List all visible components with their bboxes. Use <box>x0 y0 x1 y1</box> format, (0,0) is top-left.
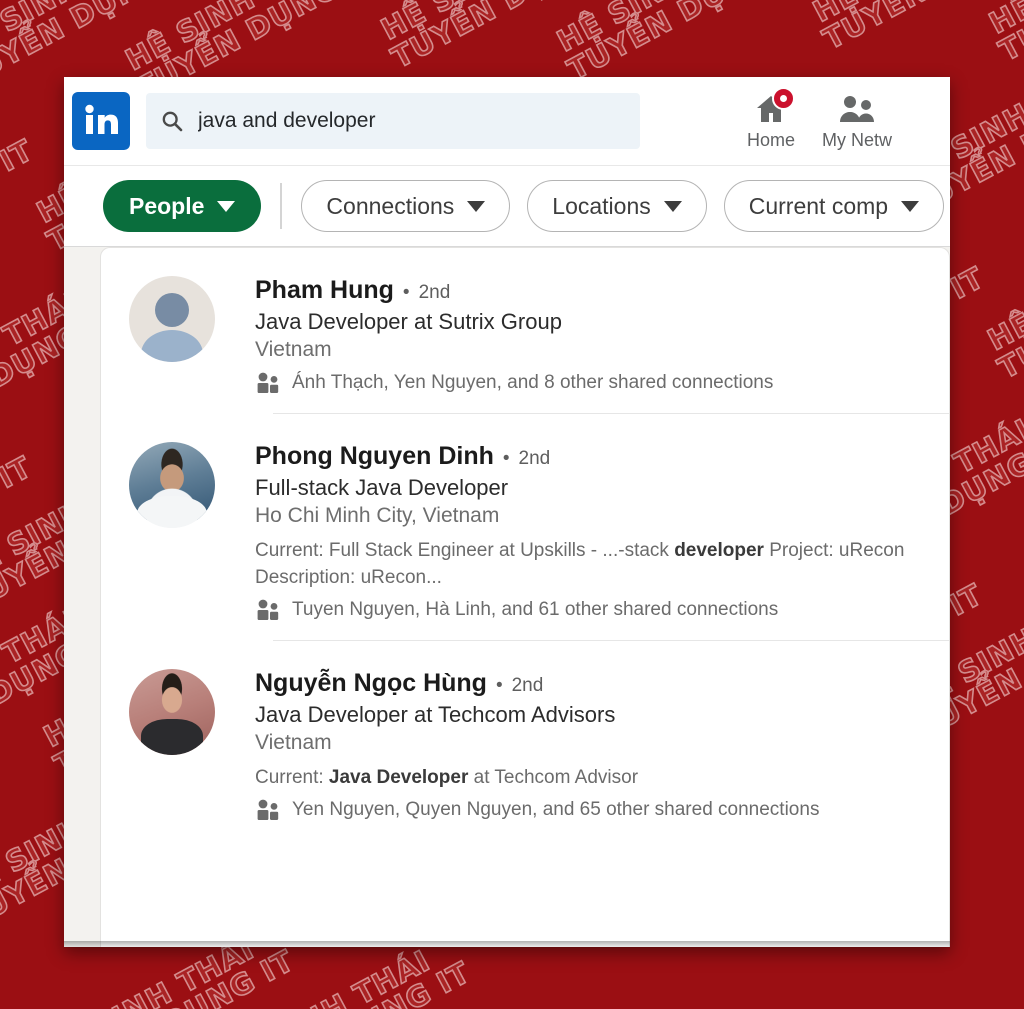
search-result-item[interactable]: Pham Hung • 2nd Java Developer at Sutrix… <box>101 248 949 414</box>
linkedin-top-nav: Home My Netw <box>64 77 950 165</box>
result-location: Vietnam <box>255 338 332 361</box>
filter-pill-connections-label: Connections <box>326 192 455 219</box>
filter-divider <box>280 183 283 229</box>
nav-item-home[interactable]: Home <box>728 77 814 165</box>
result-name-row: Phong Nguyen Dinh • 2nd <box>255 442 925 471</box>
search-result-item[interactable]: Nguyễn Ngọc Hùng • 2nd Java Developer at… <box>101 641 949 841</box>
nav-item-my-network-label: My Netw <box>821 129 892 150</box>
chevron-down-icon <box>217 200 236 212</box>
search-results-area: Pham Hung • 2nd Java Developer at Sutrix… <box>64 247 950 947</box>
result-headline: Java Developer at Techcom Advisors <box>255 701 616 727</box>
home-icon <box>755 86 795 126</box>
home-notification-badge <box>772 86 795 110</box>
result-shared-text: Ánh Thạch, Yen Nguyen, and 8 other share… <box>292 372 774 393</box>
search-results-card: Pham Hung • 2nd Java Developer at Sutrix… <box>100 247 950 947</box>
result-name[interactable]: Nguyễn Ngọc Hùng <box>255 669 487 698</box>
result-name-row: Nguyễn Ngọc Hùng • 2nd <box>255 669 925 698</box>
avatar[interactable] <box>129 276 215 362</box>
watermark-text: HỆ SINH THÁITUYỂN DỤNG IT <box>958 0 1024 79</box>
result-separator: • <box>502 448 510 469</box>
shared-connections-icon <box>255 599 281 621</box>
avatar[interactable] <box>129 668 215 755</box>
result-name-row: Pham Hung • 2nd <box>255 276 925 305</box>
filter-pill-current-company[interactable]: Current comp <box>723 180 945 232</box>
nav-items: Home My Netw <box>728 77 900 165</box>
result-separator: • <box>402 282 410 303</box>
nav-item-home-label: Home <box>746 129 795 150</box>
browser-window: Home My Netw People <box>64 77 950 947</box>
shared-connections-icon <box>255 372 281 394</box>
filter-pill-connections[interactable]: Connections <box>301 180 511 232</box>
chevron-down-icon <box>663 200 682 212</box>
result-degree: 2nd <box>518 448 551 469</box>
filter-pill-locations-label: Locations <box>552 192 651 219</box>
result-name[interactable]: Pham Hung <box>255 276 394 305</box>
search-filter-bar: People Connections Locations Current com… <box>64 165 950 247</box>
filter-pill-current-company-label: Current comp <box>748 192 889 219</box>
search-icon <box>160 109 184 133</box>
result-info: Pham Hung • 2nd Java Developer at Sutrix… <box>255 276 925 414</box>
search-input[interactable] <box>198 109 626 133</box>
chevron-down-icon <box>467 200 486 212</box>
filter-pill-people-label: People <box>129 192 205 219</box>
result-snippet: Current: Full Stack Engineer at Upskills… <box>255 540 905 588</box>
result-location: Ho Chi Minh City, Vietnam <box>255 504 500 527</box>
result-info: Phong Nguyen Dinh • 2nd Full-stack Java … <box>255 442 925 641</box>
result-info: Nguyễn Ngọc Hùng • 2nd Java Developer at… <box>255 669 925 841</box>
result-shared-text: Yen Nguyen, Quyen Nguyen, and 65 other s… <box>292 798 820 820</box>
result-shared-connections[interactable]: Tuyen Nguyen, Hà Linh, and 61 other shar… <box>255 599 925 621</box>
window-drop-shadow <box>64 941 950 949</box>
avatar[interactable] <box>129 442 215 528</box>
chevron-down-icon <box>901 200 920 212</box>
shared-connections-icon <box>255 799 281 821</box>
result-separator: • <box>495 674 503 696</box>
result-headline: Java Developer at Sutrix Group <box>255 309 562 334</box>
result-location: Vietnam <box>255 730 332 754</box>
result-shared-connections[interactable]: Yen Nguyen, Quyen Nguyen, and 65 other s… <box>255 799 925 821</box>
my-network-icon <box>838 92 876 126</box>
filter-pill-people[interactable]: People <box>103 180 262 232</box>
result-headline: Full-stack Java Developer <box>255 475 509 500</box>
result-snippet: Current: Java Developer at Techcom Advis… <box>255 766 639 788</box>
result-name[interactable]: Phong Nguyen Dinh <box>255 442 494 471</box>
search-box[interactable] <box>146 93 640 149</box>
result-degree: 2nd <box>418 282 451 303</box>
result-shared-connections[interactable]: Ánh Thạch, Yen Nguyen, and 8 other share… <box>255 372 925 394</box>
search-result-item[interactable]: Phong Nguyen Dinh • 2nd Full-stack Java … <box>101 414 949 641</box>
linkedin-logo-icon[interactable] <box>72 92 130 150</box>
filter-pill-locations[interactable]: Locations <box>527 180 707 232</box>
result-degree: 2nd <box>511 674 544 696</box>
result-shared-text: Tuyen Nguyen, Hà Linh, and 61 other shar… <box>292 598 779 620</box>
nav-item-my-network[interactable]: My Netw <box>814 77 900 165</box>
